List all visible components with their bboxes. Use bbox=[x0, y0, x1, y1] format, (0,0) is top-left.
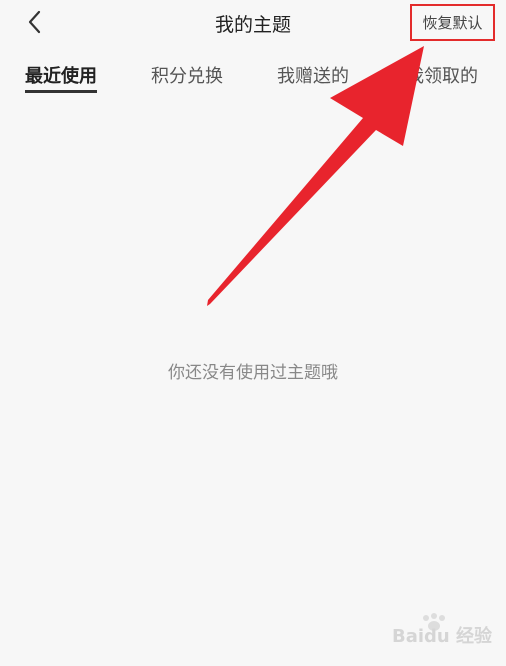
watermark-text: Baidu 经验 bbox=[392, 626, 493, 647]
tab-bar: 最近使用 积分兑换 我赠送的 我领取的 bbox=[0, 62, 506, 102]
tab-gifted-label: 我赠送的 bbox=[277, 66, 349, 87]
tab-points-exchange[interactable]: 积分兑换 bbox=[151, 62, 223, 88]
tab-recent-label: 最近使用 bbox=[25, 66, 97, 87]
tab-received-label: 我领取的 bbox=[406, 66, 478, 87]
restore-default-label: 恢复默认 bbox=[422, 14, 483, 32]
tab-points-exchange-label: 积分兑换 bbox=[151, 66, 223, 87]
watermark-logo: Baidu 经验 bbox=[392, 612, 492, 656]
restore-default-button[interactable]: 恢复默认 bbox=[410, 4, 495, 41]
tab-gifted[interactable]: 我赠送的 bbox=[277, 62, 349, 88]
active-tab-indicator bbox=[25, 90, 97, 93]
tab-received[interactable]: 我领取的 bbox=[406, 62, 478, 88]
empty-state-message: 你还没有使用过主题哦 bbox=[168, 363, 338, 383]
tab-recent[interactable]: 最近使用 bbox=[25, 62, 97, 93]
header-bar: 我的主题 恢复默认 bbox=[0, 0, 506, 46]
